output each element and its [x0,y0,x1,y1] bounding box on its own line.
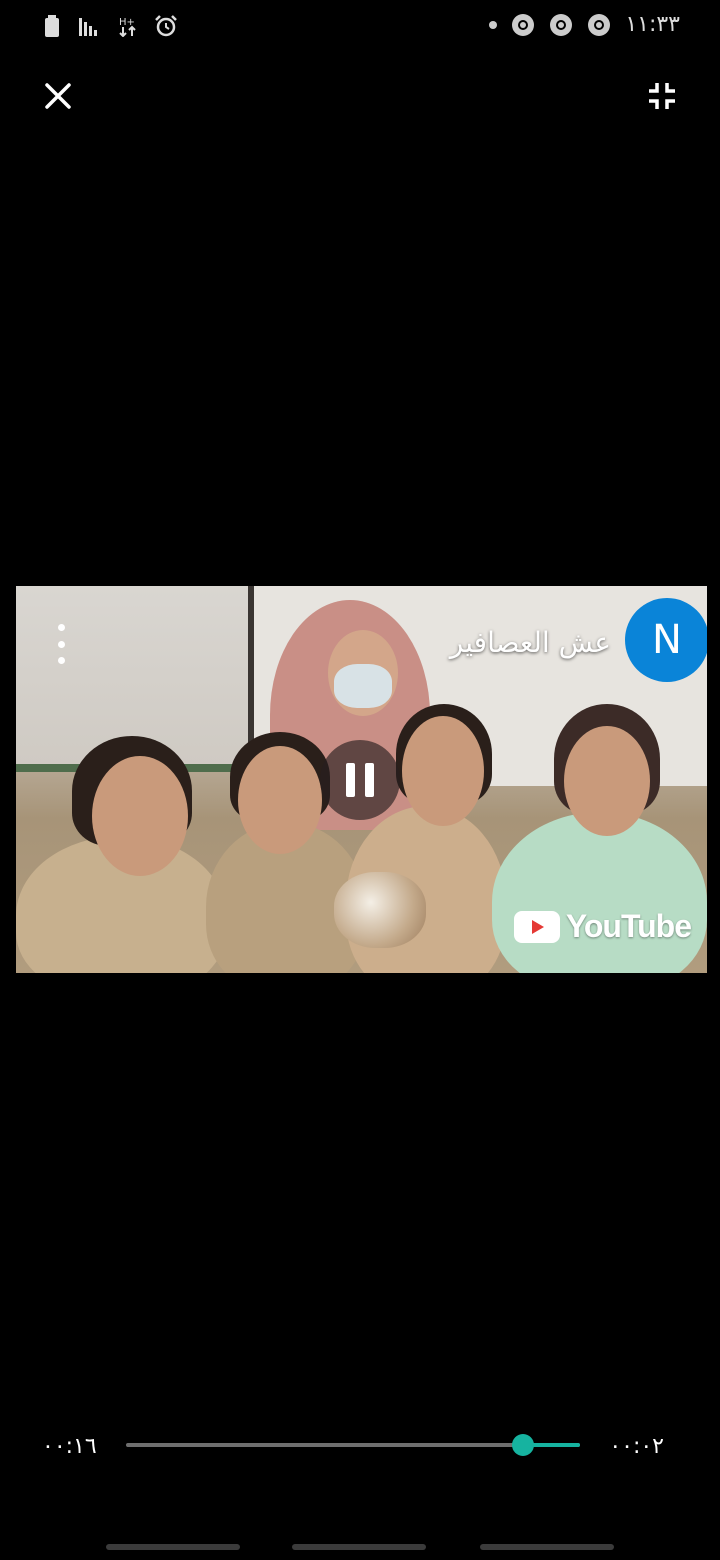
video-figure-girl-4-face [564,726,650,836]
youtube-wordmark: YouTube [565,908,692,944]
chrome-icon [549,13,573,37]
more-dot-icon [57,657,65,664]
more-options-button[interactable] [46,624,76,664]
video-frame[interactable]: عش العصافير N YouTube [16,586,707,973]
video-figure-girl-2-face [238,746,322,854]
exit-fullscreen-icon [649,83,675,109]
seek-bar[interactable] [126,1434,580,1456]
status-icons-right: ١١:٣٣ [489,12,680,37]
elapsed-label: ٠٠:٠٢ [609,1434,664,1459]
close-icon [45,83,71,109]
youtube-logo[interactable]: YouTube [513,908,692,945]
channel-avatar[interactable]: N [625,598,707,682]
video-figure-bird-nest [334,872,426,948]
status-bar: H+ ١١:٣٣ [0,0,720,56]
video-figure-girl-1-face [92,756,188,876]
signal-icon [78,14,102,38]
duration-label: ٠٠:١٦ [42,1434,97,1459]
video-figure-girl-4-body [492,812,707,973]
notification-dot-icon [489,20,498,29]
status-time: ١١:٣٣ [625,12,680,37]
seek-thumb[interactable] [512,1434,534,1456]
status-icons-left: H+ [40,14,178,38]
more-dot-icon [57,624,65,631]
video-title[interactable]: عش العصافير [450,626,611,659]
pause-icon [346,763,355,797]
chrome-icon [511,13,535,37]
pause-button[interactable] [320,740,400,820]
nav-back-handle[interactable] [480,1544,614,1550]
nav-recents-handle[interactable] [106,1544,240,1550]
chrome-icon [587,13,611,37]
more-dot-icon [57,640,65,648]
exit-fullscreen-button[interactable] [640,74,684,118]
video-figure-girl-3-face [402,716,484,826]
youtube-play-icon [513,910,560,943]
video-figure-mask [334,664,392,708]
alarm-icon [154,14,178,38]
data-icon: H+ [116,14,140,38]
pause-icon-bar [365,763,374,797]
nav-home-handle[interactable] [292,1544,426,1550]
battery-icon [40,14,64,38]
close-button[interactable] [36,74,80,118]
